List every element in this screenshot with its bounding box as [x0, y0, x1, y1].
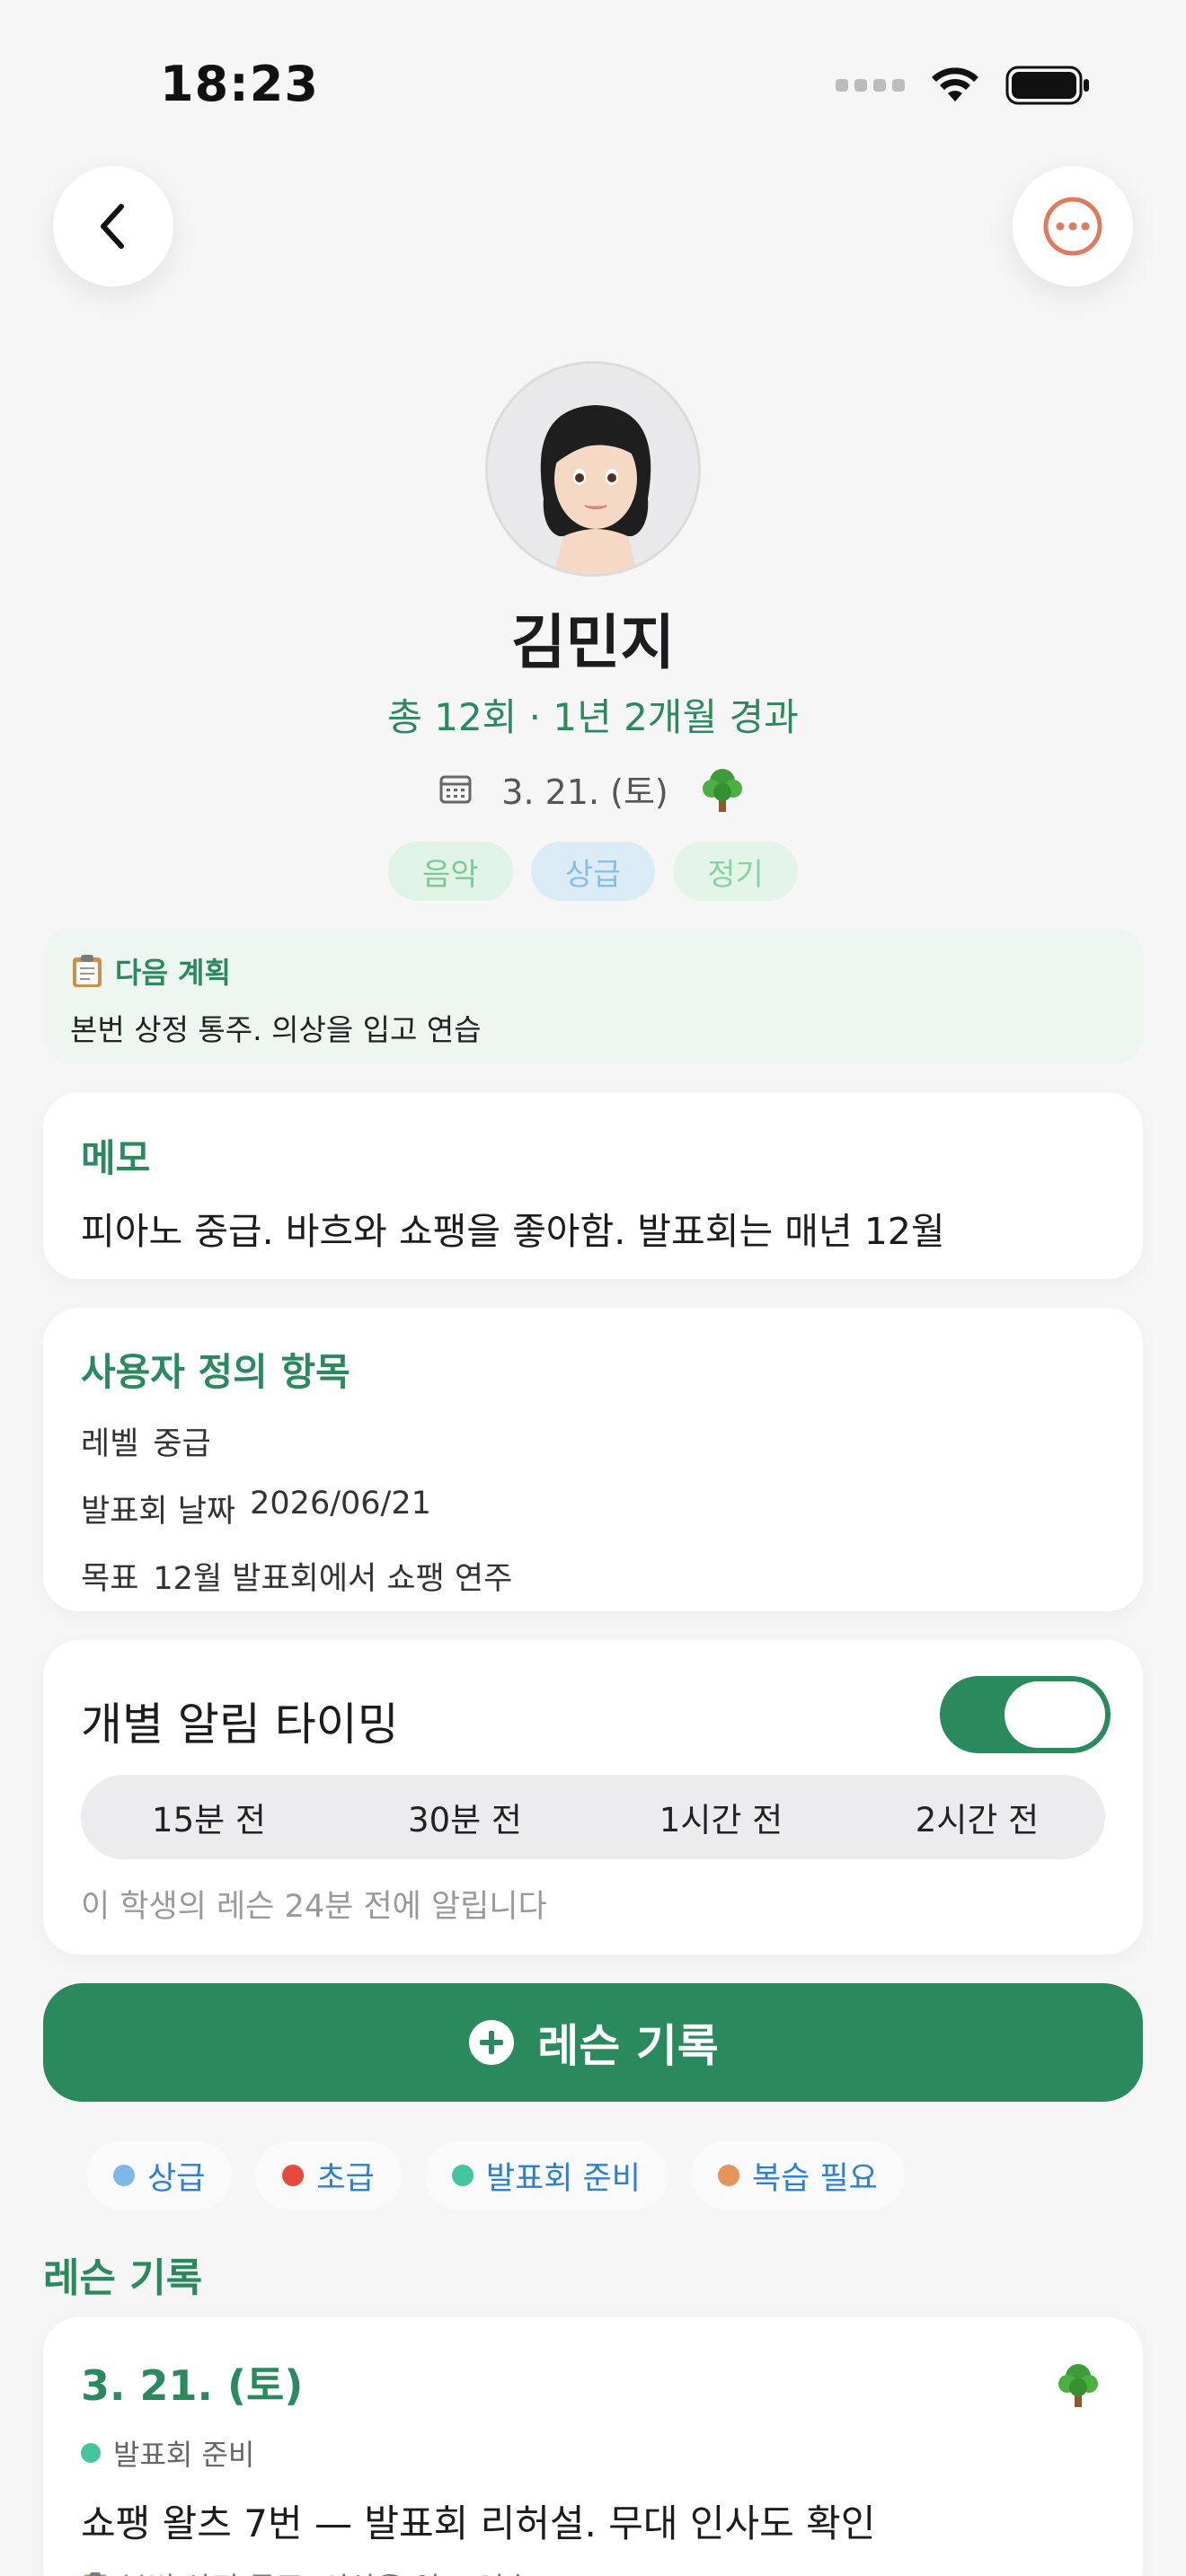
filter-tags: 상급 초급 발표회 준비 복습 필요 [86, 2141, 905, 2210]
record-lesson-button[interactable]: 레슨 기록 [43, 1983, 1143, 2102]
notify-hint: 이 학생의 레슨 24분 전에 알립니다 [81, 1889, 547, 1925]
student-name: 김민지 [510, 608, 676, 677]
lesson-summary: 총 12회 · 1년 2개월 경과 [387, 695, 799, 739]
record-lesson-label: 레슨 기록 [537, 2020, 719, 2072]
battery-icon [1005, 66, 1089, 105]
memo-body: 피아노 중급. 바흐와 쇼팽을 좋아함. 발표회는 매년 12월 [81, 1210, 945, 1253]
filter-tag-label: 상급 [147, 2160, 206, 2197]
filter-tag-label: 초급 [316, 2160, 375, 2197]
plus-circle-icon [469, 2020, 515, 2065]
custom-field-row: 발표회 날짜 2026/06/21 [81, 1486, 1105, 1531]
filter-tag-beginner[interactable]: 초급 [255, 2141, 402, 2210]
lesson-tag: 발표회 준비 [81, 2432, 1105, 2474]
toggle-knob [1005, 1681, 1105, 1748]
notify-option-1hour[interactable]: 1시간 전 [593, 1775, 849, 1859]
custom-field-key: 레벨 [81, 1426, 139, 1462]
more-button[interactable] [1013, 166, 1133, 287]
filter-tag-label: 발표회 준비 [485, 2160, 641, 2197]
tag-color-dot [113, 2165, 135, 2186]
tag-color-dot [717, 2165, 739, 2186]
tag-chip-level: 상급 [530, 842, 656, 901]
custom-fields-title: 사용자 정의 항목 [81, 1350, 350, 1394]
memo-title: 메모 [81, 1136, 151, 1180]
lesson-card[interactable]: 3. 21. (토) 발표회 준비 쇼팽 왈츠 7번 — 발표회 리허설. 무대… [43, 2317, 1143, 2576]
next-plan-card: 다음 계획 본번 상정 통주. 의상을 입고 연습 [43, 929, 1143, 1063]
tag-color-dot [451, 2165, 474, 2186]
filter-tag-recital-prep[interactable]: 발표회 준비 [424, 2141, 668, 2210]
custom-field-row: 레벨 중급 [81, 1418, 1105, 1464]
lessons-section-title: 레슨 기록 [43, 2255, 203, 2301]
tag-chip-regular: 정기 [673, 842, 798, 901]
notify-timing-card: 개별 알림 타이밍 15분 전 30분 전 1시간 전 2시간 전 이 학생의 … [43, 1640, 1143, 1954]
status-time: 18:23 [160, 56, 319, 112]
tag-color-dot [282, 2165, 305, 2186]
ellipsis-circle-icon [1043, 197, 1102, 256]
notify-timing-segmented-control: 15분 전 30분 전 1시간 전 2시간 전 [81, 1775, 1105, 1859]
custom-field-key: 발표회 날짜 [81, 1494, 236, 1530]
notify-option-30min[interactable]: 30분 전 [337, 1775, 593, 1859]
custom-field-value: 2026/06/21 [250, 1486, 431, 1522]
next-plan-title: 다음 계획 [115, 956, 231, 990]
custom-field-value: 중급 [153, 1426, 211, 1462]
notify-toggle[interactable] [940, 1676, 1111, 1753]
filter-tag-review-needed[interactable]: 복습 필요 [690, 2141, 905, 2210]
tag-color-dot [81, 2443, 101, 2463]
notify-option-15min[interactable]: 15분 전 [81, 1775, 337, 1859]
next-plan-body: 본번 상정 통주. 의상을 입고 연습 [70, 1012, 482, 1047]
lesson-tag-label: 발표회 준비 [113, 2438, 255, 2472]
filter-tag-label: 복습 필요 [751, 2160, 878, 2197]
clipboard-icon [73, 955, 102, 987]
clipboard-icon [84, 2572, 107, 2576]
custom-field-row: 목표 12월 발표회에서 쇼팽 연주 [81, 1553, 1105, 1599]
chevron-left-icon [101, 204, 124, 249]
lesson-next-plan: 본번 상정 통주. 의상을 입고 연습 [81, 2564, 1105, 2576]
notify-timing-title: 개별 알림 타이밍 [81, 1698, 399, 1751]
wifi-icon [932, 67, 978, 101]
tag-chip-music: 음악 [388, 842, 513, 901]
calendar-icon [439, 775, 472, 804]
woman-avatar-icon [540, 405, 651, 574]
lesson-date: 3. 21. (토) [81, 2361, 304, 2410]
memo-card[interactable]: 메모 피아노 중급. 바흐와 쇼팽을 좋아함. 발표회는 매년 12월 [43, 1092, 1143, 1279]
avatar [485, 361, 701, 577]
back-button[interactable] [53, 166, 173, 287]
status-icons [836, 65, 1092, 106]
tree-icon [702, 769, 742, 812]
last-lesson-row: 3. 21. (토) [0, 763, 1186, 814]
custom-field-key: 목표 [81, 1561, 139, 1597]
tree-icon [1058, 2364, 1098, 2407]
next-plan-header: 다음 계획 [70, 950, 1116, 992]
custom-fields-card[interactable]: 사용자 정의 항목 레벨 중급 발표회 날짜 2026/06/21 목표 12월… [43, 1308, 1143, 1611]
lesson-next-plan-text: 본번 상정 통주. 의상을 입고 연습 [120, 2564, 532, 2576]
student-tags: 음악 상급 정기 [0, 842, 1186, 901]
last-lesson-date: 3. 21. (토) [501, 772, 668, 812]
notify-option-2hours[interactable]: 2시간 전 [849, 1775, 1105, 1859]
custom-field-value: 12월 발표회에서 쇼팽 연주 [153, 1561, 513, 1597]
cellular-signal-icon [836, 79, 905, 92]
lesson-content: 쇼팽 왈츠 7번 — 발표회 리허설. 무대 인사도 확인 [81, 2501, 876, 2545]
filter-tag-advanced[interactable]: 상급 [86, 2141, 233, 2210]
